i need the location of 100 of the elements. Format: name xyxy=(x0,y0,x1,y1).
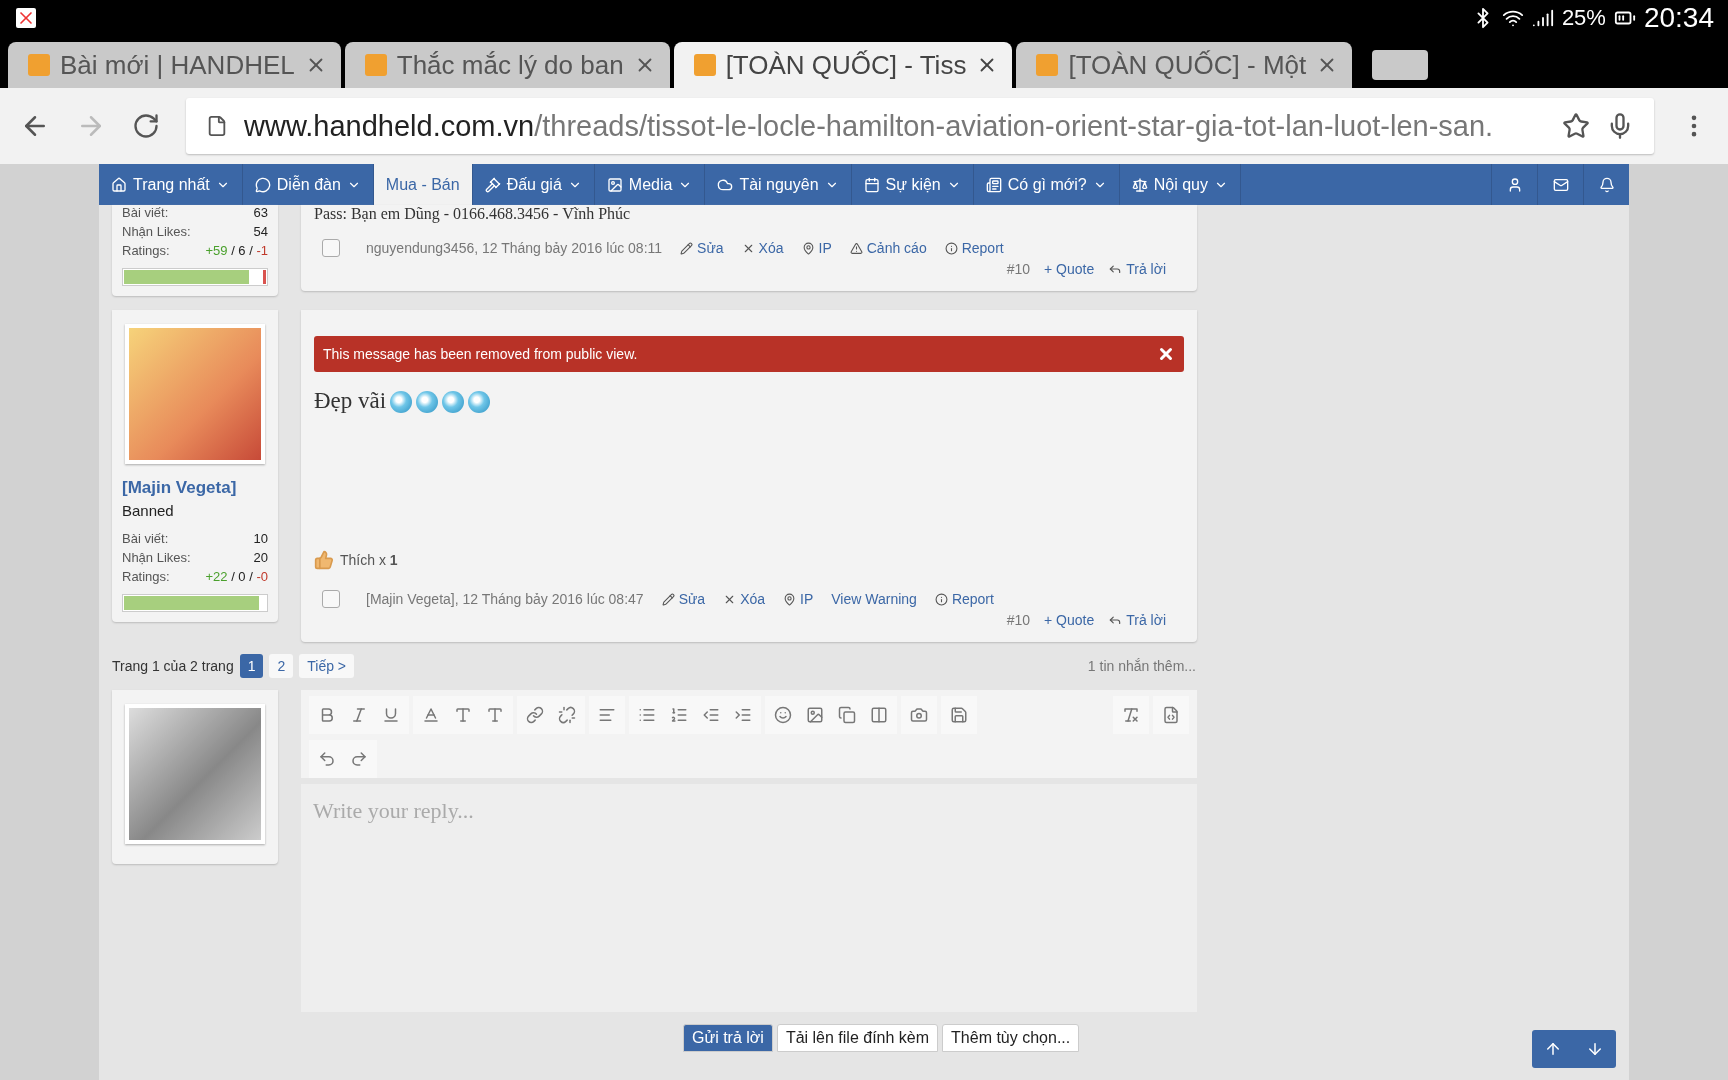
browser-tab[interactable]: Bài mới | HANDHEL xyxy=(8,42,341,88)
favicon-icon xyxy=(693,54,716,76)
link-icon xyxy=(526,706,544,724)
newspaper-icon xyxy=(985,176,1002,193)
bell-icon xyxy=(1598,176,1615,193)
quote-link[interactable]: + Quote xyxy=(1044,612,1095,628)
scroll-down-button[interactable] xyxy=(1586,1040,1604,1058)
stat-label: Ratings: xyxy=(122,569,170,584)
page-icon xyxy=(206,115,228,137)
stat-value: 54 xyxy=(253,224,268,239)
info-icon xyxy=(944,241,958,255)
page-link[interactable]: 1 xyxy=(239,654,264,678)
undo-icon xyxy=(318,750,336,768)
mail-icon xyxy=(1552,176,1569,193)
close-icon[interactable] xyxy=(1157,345,1175,363)
post-meta: nguyendung3456, 12 Tháng bảy 2016 lúc 08:11 xyxy=(366,240,663,256)
warning-icon xyxy=(849,241,863,255)
action-link[interactable]: Sửa xyxy=(680,240,724,256)
image-icon xyxy=(606,176,623,193)
message-text: Đẹp vãi xyxy=(314,388,387,414)
arrow-down-icon xyxy=(1586,1040,1604,1058)
stat-value: 20 xyxy=(253,550,268,565)
select-checkbox[interactable] xyxy=(322,590,340,608)
stat-value: 10 xyxy=(253,531,268,546)
source-icon xyxy=(1162,706,1180,724)
notice-text: This message has been removed from public view. xyxy=(323,346,638,362)
info-icon xyxy=(934,592,948,606)
battery-percent: 25% xyxy=(1561,5,1606,31)
unlink-icon xyxy=(558,706,576,724)
map-pin-icon xyxy=(801,241,815,255)
outdent-icon xyxy=(702,706,720,724)
stat-label: Bài viết: xyxy=(122,531,169,546)
signal-icon xyxy=(1531,7,1554,29)
page-count: Trang 1 của 2 trang xyxy=(112,658,234,674)
bookmark-star-icon[interactable] xyxy=(1562,112,1590,140)
post-number: #10 xyxy=(1006,612,1030,628)
reply-arrow-icon xyxy=(1108,262,1123,276)
stat-label: Bài viết: xyxy=(122,205,169,220)
pencil-icon xyxy=(661,592,675,606)
notification-icon xyxy=(16,8,36,28)
image-icon xyxy=(806,706,824,724)
nav-tab[interactable]: Mua - Bán xyxy=(373,164,473,205)
stat-label: Nhận Likes: xyxy=(122,224,191,239)
new-tab-button[interactable] xyxy=(1372,50,1429,80)
reply-arrow-icon xyxy=(1108,613,1123,627)
home-icon xyxy=(111,176,127,193)
browser-tab[interactable]: Thắc mắc lý do ban xyxy=(344,42,670,88)
action-link[interactable]: Cảnh cáo xyxy=(849,240,927,256)
address-bar[interactable]: www.handheld.com.vn/threads/tissot-le-locle-hamilton-aviation-orient-star-gia-tot-lan-luot-len-san. xyxy=(186,98,1654,154)
stat-value: 63 xyxy=(253,205,268,220)
likes-text: Thích x 1 xyxy=(340,552,398,568)
username-link[interactable]: [Majin Vegeta] xyxy=(122,478,268,498)
post-number: #10 xyxy=(1006,261,1030,277)
stat-label: Ratings: xyxy=(122,243,170,258)
scale-icon xyxy=(1131,176,1148,193)
redo-icon xyxy=(350,750,368,768)
clock: 20:34 xyxy=(1643,2,1714,34)
select-checkbox[interactable] xyxy=(322,239,340,257)
reply-link[interactable]: Trả lời xyxy=(1108,612,1166,628)
page-link[interactable]: 2 xyxy=(269,654,294,678)
favicon-icon xyxy=(28,54,50,76)
form-button[interactable]: Tải lên file đính kèm xyxy=(776,1024,939,1052)
favicon-icon xyxy=(364,54,387,76)
reload-icon[interactable] xyxy=(132,112,160,140)
user-title: Banned xyxy=(122,502,175,519)
indent-icon xyxy=(734,706,752,724)
reply-link[interactable]: Trả lời xyxy=(1108,261,1166,277)
ratings-value: +22 / 0 / -0 xyxy=(205,569,268,584)
browser-tab[interactable]: [TOÀN QUỐC] - Một xyxy=(1016,42,1353,88)
url-text: www.handheld.com.vn/threads/tissot-le-locle-hamilton-aviation-orient-star-gia-tot-lan-luot-len-san. xyxy=(244,109,1494,143)
calendar-icon xyxy=(863,176,880,193)
font-color-icon xyxy=(422,706,440,724)
form-button[interactable]: Gửi trả lời xyxy=(683,1024,773,1052)
action-link[interactable]: Report xyxy=(934,591,994,607)
camera-icon xyxy=(910,706,928,724)
thumbs-up-icon xyxy=(314,550,334,570)
font-size-icon xyxy=(454,706,472,724)
action-link[interactable]: Report xyxy=(944,240,1004,256)
action-link[interactable]: IP xyxy=(783,591,814,607)
next-page-link[interactable]: Tiếp > xyxy=(299,654,355,678)
speech-bubble-icon xyxy=(254,176,271,193)
stat-label: Nhận Likes: xyxy=(122,550,191,565)
numbered-list-icon xyxy=(670,706,688,724)
gavel-icon xyxy=(484,176,501,193)
post-meta: [Majin Vegeta], 12 Tháng bảy 2016 lúc 08:47 xyxy=(366,591,644,607)
browser-tab[interactable]: [TOÀN QUỐC] - Tiss xyxy=(673,42,1013,88)
action-link[interactable]: View Warning xyxy=(831,591,917,607)
align-icon xyxy=(598,706,616,724)
smiley-icon xyxy=(774,706,792,724)
ratings-value: +59 / 6 / -1 xyxy=(205,243,268,258)
action-link[interactable]: IP xyxy=(801,240,832,256)
quote-link[interactable]: + Quote xyxy=(1044,261,1095,277)
action-link[interactable]: Sửa xyxy=(661,591,706,607)
form-button[interactable]: Thêm tùy chọn... xyxy=(942,1024,1080,1052)
action-link[interactable]: Xóa xyxy=(723,591,766,607)
reply-field[interactable]: Write your reply... xyxy=(301,784,1197,1012)
clear-format-icon xyxy=(1122,706,1140,724)
map-pin-icon xyxy=(783,592,797,606)
action-link[interactable]: Xóa xyxy=(741,240,784,256)
scroll-up-button[interactable] xyxy=(1544,1040,1562,1058)
